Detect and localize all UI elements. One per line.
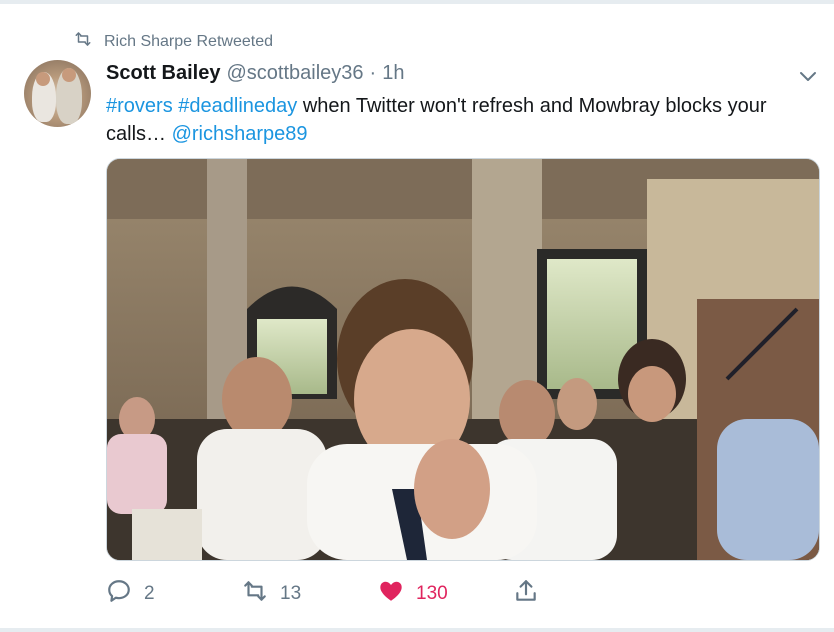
share-button[interactable] (513, 578, 539, 610)
like-count: 130 (416, 583, 448, 604)
reply-icon (106, 578, 132, 610)
retweet-count: 13 (280, 583, 302, 604)
like-button[interactable]: 130 (378, 578, 448, 610)
author-handle[interactable]: @scottbailey36 (226, 62, 363, 85)
bottom-divider (0, 628, 834, 632)
chevron-down-icon[interactable] (796, 64, 820, 88)
reply-button[interactable]: 2 (106, 578, 155, 610)
reply-count: 2 (144, 583, 155, 604)
retweet-icon (74, 30, 92, 53)
heart-icon (378, 578, 404, 610)
tweet-header: Scott Bailey @scottbailey36 · 1h (106, 62, 404, 85)
tweet-photo[interactable] (106, 158, 820, 561)
tweet-actions: 2 13 130 (106, 578, 566, 614)
retweet-context-label: Rich Sharpe Retweeted (104, 32, 273, 50)
tweet-text: #rovers #deadlineday when Twitter won't … (106, 92, 806, 148)
retweet-icon (242, 578, 268, 610)
separator-dot: · (369, 62, 377, 84)
hashtag-deadlineday[interactable]: #deadlineday (178, 95, 297, 117)
retweet-context[interactable]: Rich Sharpe Retweeted (74, 30, 273, 53)
mention-richsharpe89[interactable]: @richsharpe89 (172, 123, 308, 145)
avatar[interactable] (24, 60, 91, 127)
retweet-button[interactable]: 13 (242, 578, 301, 610)
top-divider (0, 0, 834, 4)
author-name[interactable]: Scott Bailey (106, 62, 220, 85)
hashtag-rovers[interactable]: #rovers (106, 95, 173, 117)
share-icon (513, 578, 539, 610)
tweet-time[interactable]: 1h (382, 62, 404, 85)
